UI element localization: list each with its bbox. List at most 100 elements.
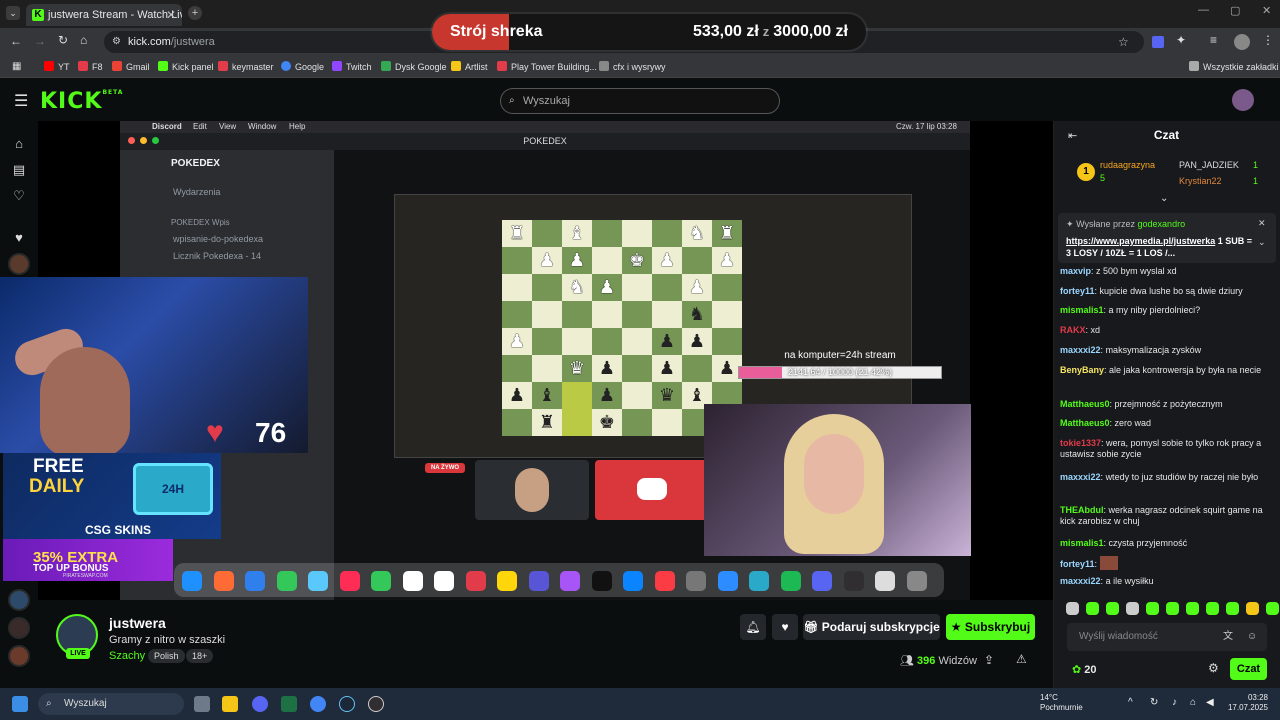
emote-icon[interactable] (1226, 602, 1239, 615)
kick-logo[interactable]: KICKBETA (40, 89, 123, 114)
chat-username[interactable]: mismalis1 (1060, 538, 1104, 548)
bookmark-drive[interactable]: Dysk Google (381, 56, 447, 78)
chat-username[interactable]: maxxxi22 (1060, 472, 1101, 482)
chat-username[interactable]: Matthaeus0 (1060, 399, 1110, 409)
tab-search-icon[interactable]: ⌄ (6, 6, 20, 20)
share-icon[interactable]: ⇪ (984, 653, 994, 667)
leader-name[interactable]: rudaagrazyna (1100, 160, 1155, 170)
task-view-icon[interactable] (194, 696, 210, 712)
unpin-icon[interactable]: ✕ (1258, 218, 1266, 229)
bookmark-artlist[interactable]: Artlist (451, 56, 488, 78)
weather-widget[interactable]: 14°C Pochmurnie (1040, 693, 1083, 713)
browser-tab-active[interactable]: K justwera Stream - Watch Live o ✕ (26, 4, 182, 26)
chat-username[interactable]: maxvip (1060, 266, 1091, 276)
emote-icon[interactable] (1146, 602, 1159, 615)
report-warning-icon[interactable]: ⚠ (1016, 652, 1027, 666)
bookmark-kick-panel[interactable]: Kick panel (158, 56, 214, 78)
taskbar-search[interactable]: ⌕ Wyszukaj (38, 693, 184, 715)
user-avatar[interactable] (1232, 89, 1254, 111)
chat-username[interactable]: Matthaeus0 (1060, 418, 1110, 428)
channel-points[interactable]: ✿ 20 (1072, 663, 1097, 676)
new-tab-icon[interactable]: + (188, 6, 202, 20)
bookmark-yt[interactable]: YT (44, 56, 70, 78)
leader-name[interactable]: Krystian22 (1179, 176, 1222, 186)
home-nav-icon[interactable]: ⌂ (10, 135, 28, 153)
emote-icon[interactable] (1266, 602, 1279, 615)
chat-username[interactable]: mismalis1 (1060, 305, 1104, 315)
follow-heart-button[interactable]: ♥ (772, 614, 798, 640)
pinned-link[interactable]: https://www.paymedia.pl/justwerka 1 SUB … (1066, 235, 1256, 259)
expand-pinned-icon[interactable]: ⌄ (1258, 237, 1266, 248)
stream-category[interactable]: Szachy (109, 650, 145, 662)
apps-grid-icon[interactable]: ▦ (12, 61, 21, 72)
browse-nav-icon[interactable]: ▤ (10, 161, 28, 179)
minimize-icon[interactable]: — (1198, 4, 1209, 16)
forward-icon[interactable]: → (34, 34, 46, 48)
discord-taskbar-icon[interactable] (252, 696, 268, 712)
profile-avatar[interactable] (1234, 34, 1250, 50)
translate-icon[interactable]: 文 (1223, 623, 1233, 651)
followed-channel-avatar[interactable] (8, 589, 30, 611)
all-bookmarks[interactable]: Wszystkie zakładki (1189, 56, 1279, 78)
maximize-icon[interactable]: ▢ (1230, 4, 1240, 17)
chat-message-input[interactable]: Wyślij wiadomość 文 ☺ (1067, 623, 1267, 651)
bookmark-keymaster[interactable]: keymaster (218, 56, 274, 78)
file-explorer-icon[interactable] (222, 696, 238, 712)
tray-chevron-icon[interactable]: ^ (1128, 697, 1133, 708)
bookmark-f8[interactable]: F8 (78, 56, 103, 78)
emote-icon[interactable] (1186, 602, 1199, 615)
bookmark-cfx[interactable]: cfx i wysrywy (599, 56, 666, 78)
obs-icon[interactable] (368, 696, 384, 712)
tray-mic-icon[interactable]: ♪ (1172, 697, 1177, 708)
emote-icon[interactable] (1086, 602, 1099, 615)
followed-heart-icon[interactable]: ♥ (10, 229, 28, 247)
followed-channel-avatar[interactable] (8, 617, 30, 639)
bookmark-star-icon[interactable]: ☆ (1118, 31, 1129, 53)
followed-channel-avatar[interactable] (8, 645, 30, 667)
emote-icon[interactable] (1206, 602, 1219, 615)
chat-username[interactable]: fortey11 (1060, 286, 1095, 296)
chrome-icon[interactable] (310, 696, 326, 712)
chat-username[interactable]: fortey11 (1060, 559, 1095, 569)
subscribe-button[interactable]: ★ Subskrybuj (946, 614, 1035, 640)
expand-leaderboard-icon[interactable]: ⌄ (1160, 193, 1168, 204)
followed-channel-avatar[interactable] (8, 253, 30, 275)
gift-sub-button[interactable]: 🎁︎ Podaruj subskrypcje (803, 614, 940, 640)
steam-icon[interactable] (339, 696, 355, 712)
bookmark-play-tower[interactable]: Play Tower Building... (497, 56, 597, 78)
chat-username[interactable]: BenyBany (1060, 365, 1104, 375)
leader-name[interactable]: PAN_JADZIEK (1179, 160, 1239, 170)
notification-bell-button[interactable]: 🔔︎ (740, 614, 766, 640)
tray-network-icon[interactable]: ⌂ (1190, 697, 1196, 708)
chat-settings-icon[interactable]: ⚙ (1208, 661, 1219, 675)
chat-username[interactable]: RAKX (1060, 325, 1086, 335)
emote-icon[interactable] (1246, 602, 1259, 615)
chat-username[interactable]: tokie1337 (1060, 438, 1101, 448)
chat-send-button[interactable]: Czat (1230, 658, 1267, 680)
bookmark-twitch[interactable]: Twitch (332, 56, 372, 78)
emoji-icon[interactable]: ☺ (1247, 623, 1257, 651)
extension-icon[interactable] (1152, 36, 1164, 48)
browser-menu-icon[interactable]: ⋮ (1262, 33, 1274, 47)
taskbar-clock[interactable]: 03:28 17.07.2025 (1220, 693, 1268, 713)
bookmark-gmail[interactable]: Gmail (112, 56, 150, 78)
streamer-name[interactable]: justwera (109, 615, 166, 631)
back-icon[interactable]: ← (10, 34, 22, 48)
chat-username[interactable]: maxxxi22 (1060, 345, 1101, 355)
reading-list-icon[interactable]: ≡ (1210, 33, 1217, 47)
close-window-icon[interactable]: ✕ (1262, 4, 1271, 17)
chat-username[interactable]: THEAbdul (1060, 505, 1104, 515)
excel-icon[interactable] (281, 696, 297, 712)
tray-volume-icon[interactable]: ◀ (1206, 697, 1214, 708)
home-icon[interactable]: ⌂ (80, 33, 87, 47)
close-tab-icon[interactable]: ✕ (166, 4, 176, 26)
site-info-icon[interactable]: ⚙ (112, 31, 121, 53)
tag-18-plus[interactable]: 18+ (186, 649, 214, 663)
bookmark-google[interactable]: Google (281, 56, 324, 78)
emote-icon[interactable] (1106, 602, 1119, 615)
windows-start-icon[interactable] (12, 696, 28, 712)
emote-icon[interactable] (1066, 602, 1079, 615)
emote-icon[interactable] (1126, 602, 1139, 615)
tag-polish[interactable]: Polish (148, 649, 185, 663)
following-nav-icon[interactable]: ♡ (10, 187, 28, 205)
